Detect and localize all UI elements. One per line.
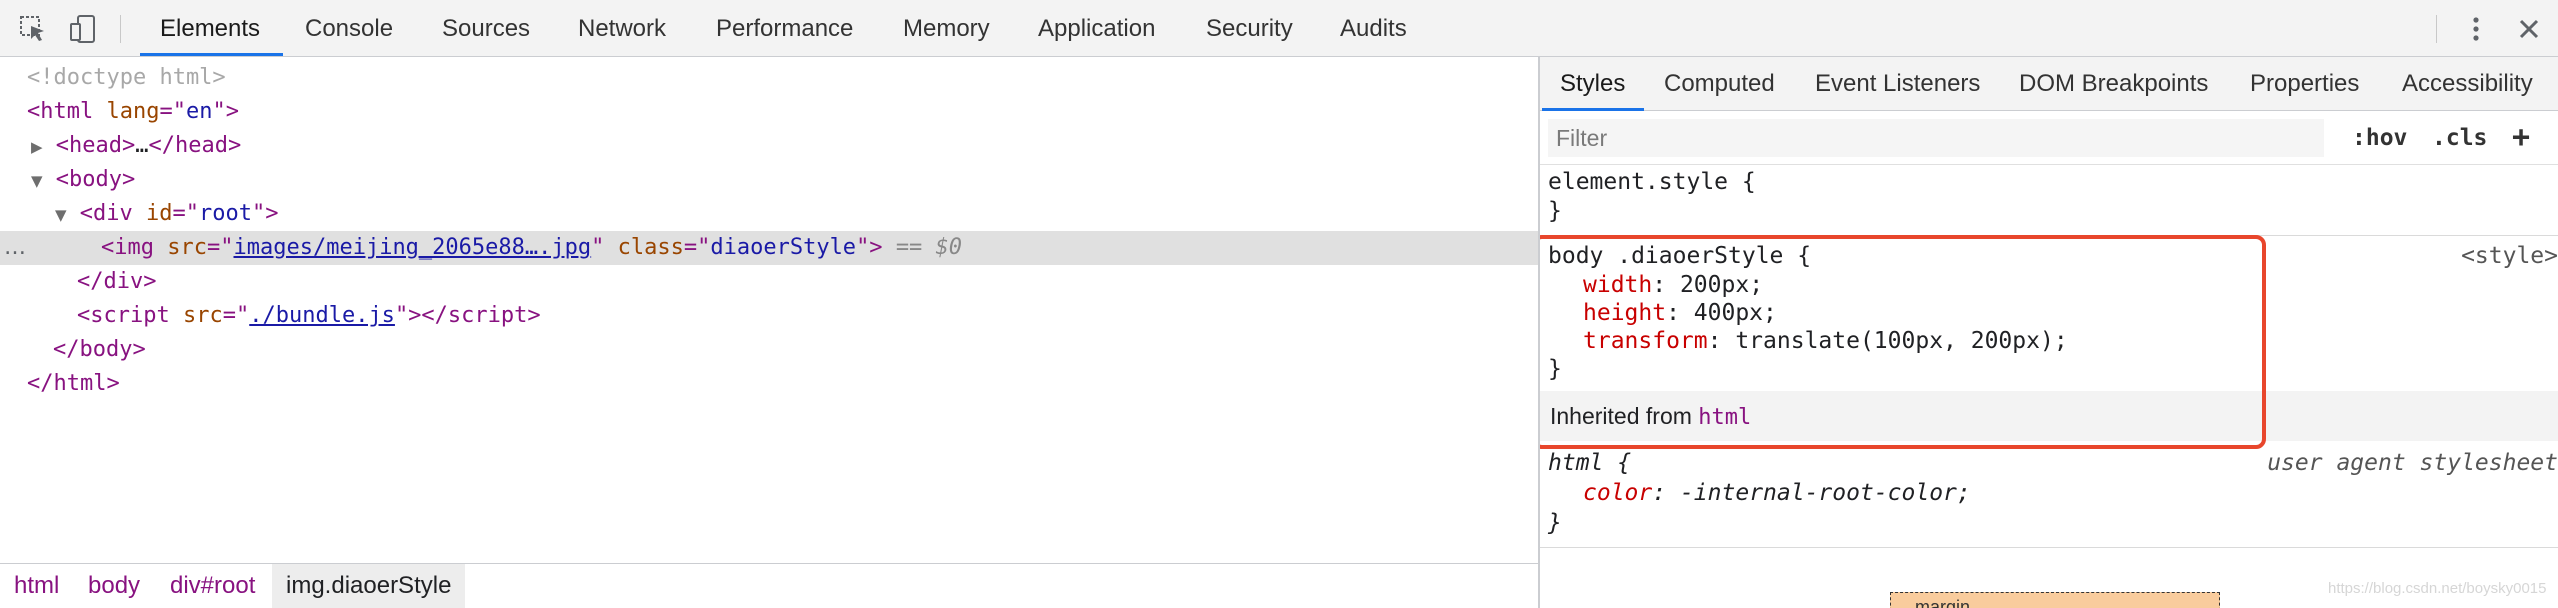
devtools-main-toolbar: Elements Console Sources Network Perform…	[0, 0, 2558, 57]
tab-accessibility[interactable]: Accessibility	[2402, 57, 2533, 111]
dom-node-html[interactable]: <html lang="en">	[0, 95, 1538, 129]
watermark: https://blog.csdn.net/boysky0015	[2328, 580, 2547, 597]
breadcrumb-item-html[interactable]: html	[0, 564, 59, 608]
new-style-rule-icon[interactable]: +	[2512, 111, 2530, 165]
select-element-icon[interactable]	[18, 14, 48, 44]
styles-filter-input[interactable]	[1548, 119, 2324, 157]
tab-elements[interactable]: Elements	[160, 0, 260, 57]
tab-event-listeners[interactable]: Event Listeners	[1815, 57, 1980, 111]
tab-application[interactable]: Application	[1038, 0, 1155, 57]
tag-name: head	[175, 133, 229, 158]
hover-state-toggle[interactable]: :hov	[2352, 111, 2407, 165]
dom-node-script[interactable]: <script src="./bundle.js"></script>	[0, 299, 1538, 333]
class-toggle[interactable]: .cls	[2432, 111, 2487, 165]
tab-computed[interactable]: Computed	[1664, 57, 1775, 111]
device-toolbar-icon[interactable]	[68, 14, 98, 44]
breadcrumb: html body div#root img.diaoerStyle	[0, 563, 1538, 608]
close-icon[interactable]	[2514, 14, 2544, 44]
attr-value: en	[185, 99, 213, 124]
dom-node-div-close[interactable]: </div>	[0, 265, 1538, 299]
expand-triangle-icon[interactable]: ▶	[31, 138, 43, 156]
css-property-value[interactable]: -internal-root-color	[1680, 480, 1957, 506]
dom-node-img-selected[interactable]: … <img src="images/meijing_2065e88….jpg" …	[0, 231, 1538, 265]
tag-name: script	[90, 303, 170, 328]
dom-tree: <!doctype html> <html lang="en"> ▶ <head…	[0, 57, 1538, 563]
tab-audits[interactable]: Audits	[1340, 0, 1407, 57]
ua-rule-source: user agent stylesheet	[2267, 450, 2558, 476]
tag-name: body	[69, 167, 123, 192]
tab-security[interactable]: Security	[1206, 0, 1293, 57]
dom-node-body-close[interactable]: </body>	[0, 333, 1538, 367]
dom-node-body[interactable]: ▼ <body>	[0, 163, 1538, 197]
toolbar-separator	[120, 15, 121, 43]
tab-properties[interactable]: Properties	[2250, 57, 2359, 111]
tab-network[interactable]: Network	[578, 0, 666, 57]
dom-node-doctype[interactable]: <!doctype html>	[0, 61, 1538, 95]
img-src-link[interactable]: images/meijing_2065e88….jpg	[234, 235, 592, 260]
tab-dom-breakpoints[interactable]: DOM Breakpoints	[2019, 57, 2208, 111]
tag-name: img	[114, 235, 154, 260]
selected-node-marker: == $0	[895, 235, 963, 260]
tag-name: body	[79, 337, 133, 362]
dom-node-div-root[interactable]: ▼ <div id="root">	[0, 197, 1538, 231]
doctype-text: <!doctype html>	[27, 65, 226, 90]
tag-name: html	[53, 371, 107, 396]
tag-name: div	[93, 201, 133, 226]
ua-rule-close-brace: }	[1548, 510, 1562, 536]
box-model-margin[interactable]: margin	[1890, 592, 2220, 608]
active-tab-indicator	[140, 53, 283, 56]
element-style-close-brace: }	[1548, 198, 1562, 224]
tag-name: script	[447, 303, 528, 328]
breadcrumb-item-img[interactable]: img.diaoerStyle	[272, 564, 466, 608]
annotation-highlight-box	[1540, 235, 2266, 449]
collapsed-ellipsis[interactable]: …	[135, 133, 148, 158]
sidebar-tabs: Styles Computed Event Listeners DOM Brea…	[1540, 57, 2558, 111]
attr-name: id	[146, 201, 173, 226]
attr-name: lang	[106, 99, 160, 124]
attr-name: src	[167, 235, 207, 260]
tag-name: html	[40, 99, 94, 124]
dom-node-head[interactable]: ▶ <head>…</head>	[0, 129, 1538, 163]
tab-memory[interactable]: Memory	[903, 0, 990, 57]
ua-declaration-color[interactable]: color: -internal-root-color;	[1583, 478, 1971, 508]
tag-name: div	[103, 269, 144, 294]
styles-filter-bar: :hov .cls +	[1540, 111, 2558, 165]
attr-value: root	[199, 201, 253, 226]
collapse-triangle-icon[interactable]: ▼	[55, 206, 67, 224]
tag-name: head	[69, 133, 123, 158]
script-src-link[interactable]: ./bundle.js	[249, 303, 395, 328]
toolbar-separator	[2436, 15, 2437, 43]
tab-sources[interactable]: Sources	[442, 0, 530, 57]
collapse-triangle-icon[interactable]: ▼	[31, 172, 43, 190]
attr-name: src	[182, 303, 223, 328]
more-options-icon[interactable]	[2461, 14, 2491, 44]
attr-value: diaoerStyle	[710, 235, 857, 260]
rule-source-link[interactable]: <style>	[2461, 241, 2558, 271]
tab-styles[interactable]: Styles	[1560, 57, 1625, 111]
tab-console[interactable]: Console	[305, 0, 393, 57]
row-more-dots[interactable]: …	[4, 231, 26, 265]
breadcrumb-item-div-root[interactable]: div#root	[156, 564, 255, 608]
attr-name: class	[617, 235, 684, 260]
ua-rule-selector[interactable]: html {	[1548, 448, 1631, 478]
styles-sidebar: Styles Computed Event Listeners DOM Brea…	[1540, 57, 2558, 608]
box-model-margin-label: margin	[1915, 597, 1971, 608]
css-property-name[interactable]: color	[1583, 480, 1652, 506]
tab-performance[interactable]: Performance	[716, 0, 853, 57]
dom-node-html-close[interactable]: </html>	[0, 367, 1538, 401]
rule-separator	[1540, 547, 2558, 548]
element-style-selector[interactable]: element.style {	[1548, 167, 1756, 197]
breadcrumb-item-body[interactable]: body	[74, 564, 140, 608]
